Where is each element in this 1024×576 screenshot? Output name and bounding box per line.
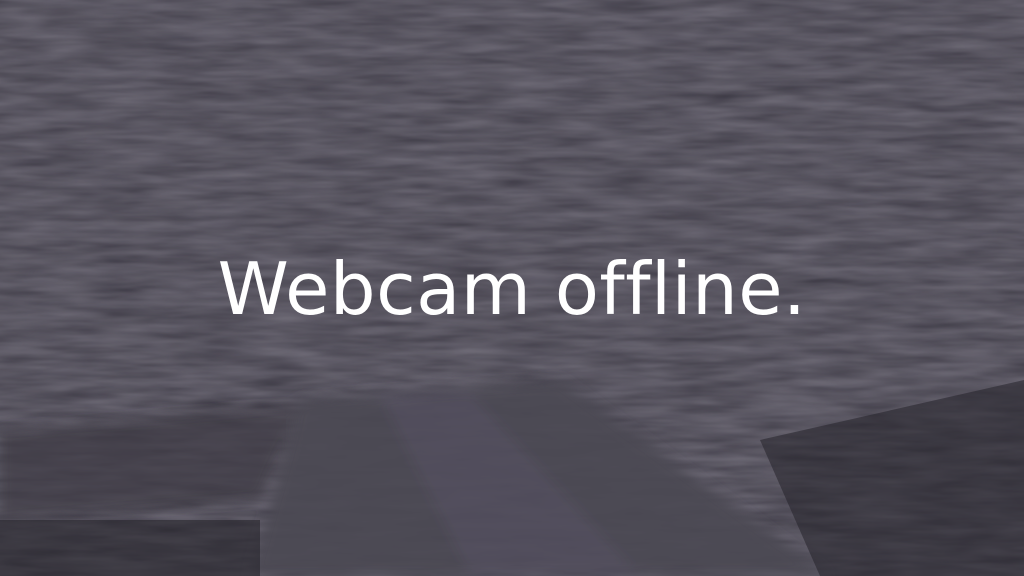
webcam-viewport: Webcam offline. [0,0,1024,576]
bottom-left-shadow [0,520,260,576]
webcam-offline-message: Webcam offline. [217,247,807,331]
